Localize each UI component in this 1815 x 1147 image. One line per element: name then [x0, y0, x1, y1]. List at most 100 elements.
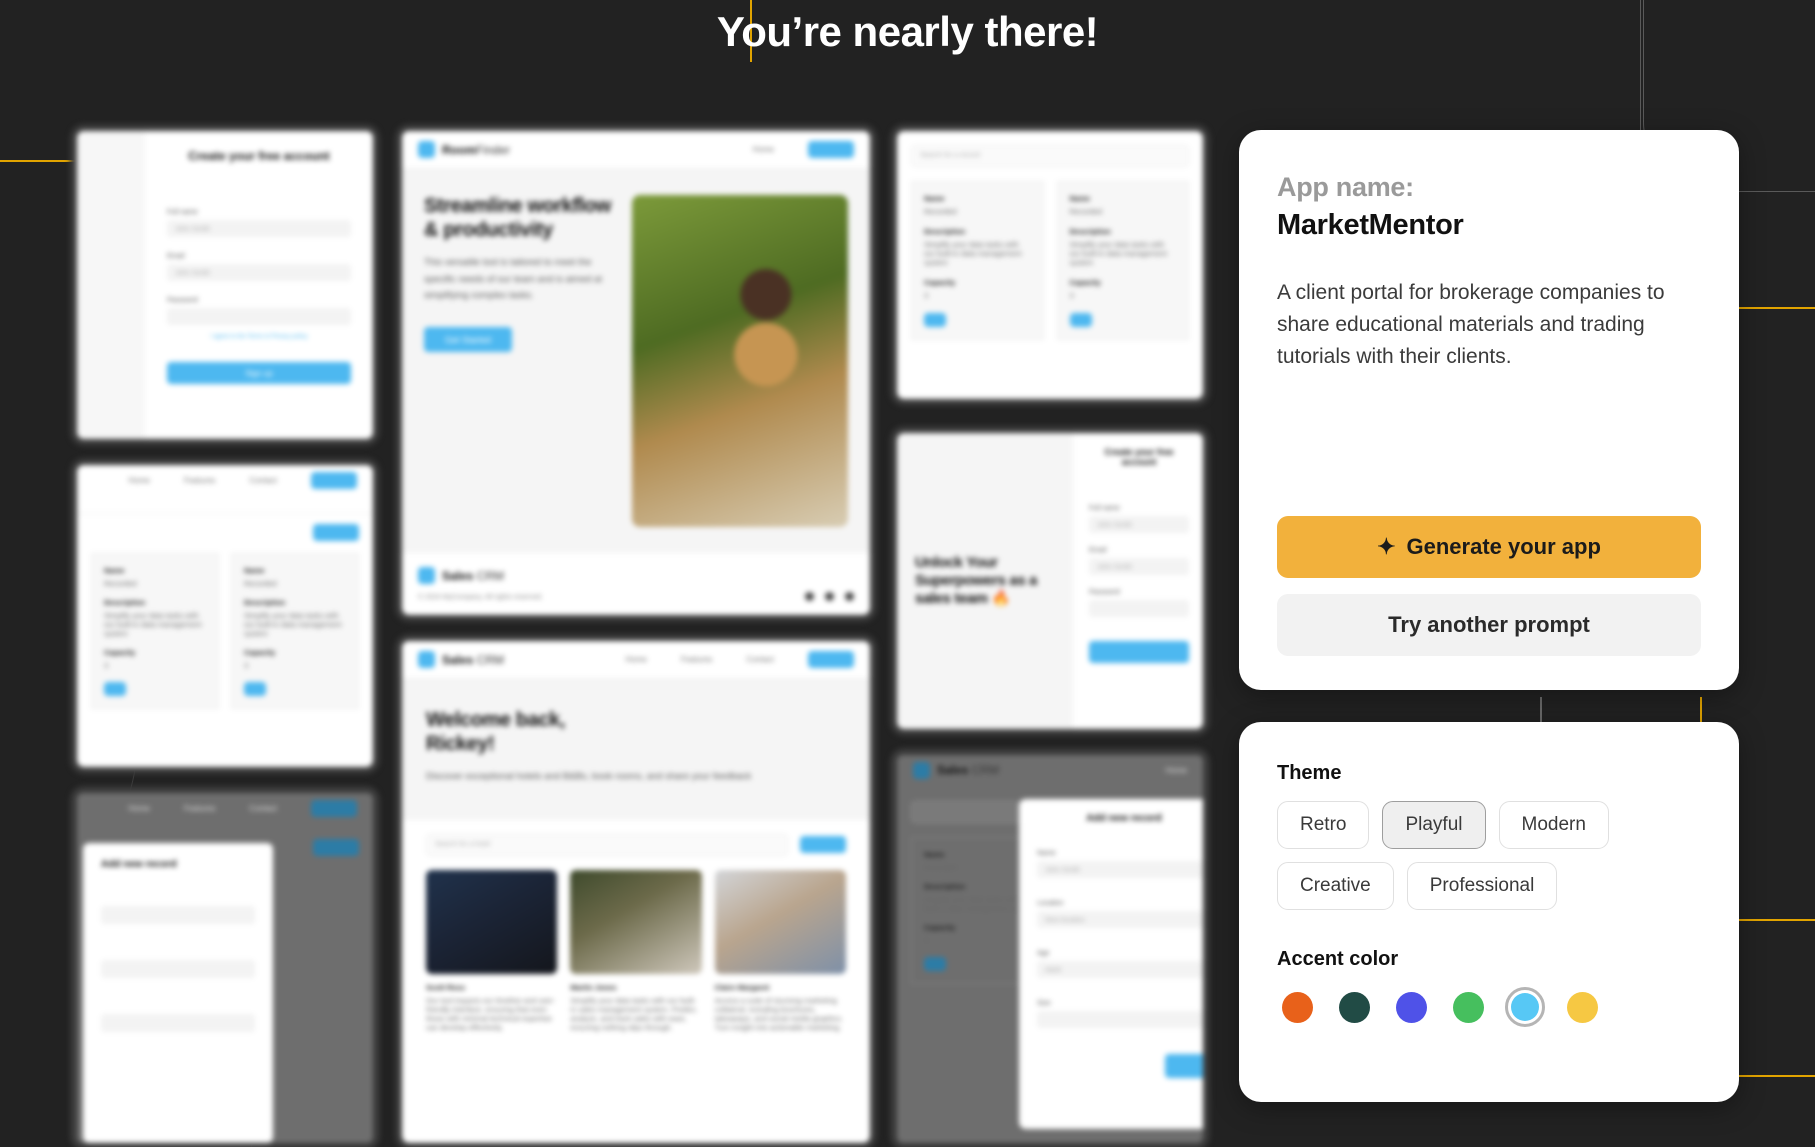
record-cap-label: Capacity	[104, 648, 136, 657]
theme-chip-creative[interactable]: Creative	[1277, 862, 1394, 910]
social-icon[interactable]	[805, 592, 814, 601]
accent-swatch-indigo[interactable]	[1391, 987, 1431, 1027]
mockup-signup: Create your free account Full name John …	[70, 124, 380, 446]
dashboard-brand-light: CRM	[476, 652, 505, 667]
accent-color-group	[1277, 987, 1701, 1027]
social-icon[interactable]	[845, 592, 854, 601]
dashboard-hero-title-1: Welcome back,	[426, 709, 565, 731]
record-desc-value: Simplify your data tasks with our built-…	[924, 240, 1022, 267]
mockup-dashboard: Sales CRM Home Features Contact Welcome …	[395, 634, 877, 1147]
person-bio: Access a suite of stunning marketing col…	[714, 995, 844, 1032]
person-photo	[714, 869, 846, 974]
social-icon[interactable]	[825, 592, 834, 601]
record-card[interactable]: Name Recorded Description Simplify your …	[231, 553, 359, 709]
theme-chip-professional[interactable]: Professional	[1406, 862, 1558, 910]
theme-chip-modern[interactable]: Modern	[1498, 801, 1609, 849]
record-action-button[interactable]	[244, 682, 266, 696]
dashboard-nav-2[interactable]: Contact	[746, 655, 774, 664]
add-left-add-button[interactable]	[313, 839, 359, 856]
theme-chip-group: Retro Playful Modern Creative Profession…	[1277, 801, 1701, 910]
signup-title: Create your free account	[188, 149, 330, 163]
signup-field-label-1: Email	[167, 253, 185, 260]
superpowers-submit-button[interactable]	[1089, 641, 1189, 663]
record-name-label: Name	[924, 194, 945, 203]
landing-get-started-button[interactable]: Get Started	[424, 327, 512, 353]
record-cap-value: 3	[104, 661, 109, 670]
add-left-modal-title: Add new record	[101, 859, 177, 870]
dashboard-hero-title-2: Rickey!	[426, 732, 495, 755]
try-another-prompt-button[interactable]: Try another prompt	[1277, 594, 1701, 656]
record-desc-label: Description	[244, 598, 286, 607]
landing-footer-brand-bold: Sales	[442, 568, 474, 583]
accent-swatch-orange[interactable]	[1277, 987, 1317, 1027]
record-action-button[interactable]	[1069, 313, 1092, 327]
signup-submit-button[interactable]: Sign up	[167, 362, 351, 384]
landing-footer-brand-light: CRM	[476, 568, 505, 583]
record-name-value: Recorded	[244, 579, 277, 588]
records-left-signup-button[interactable]	[311, 471, 357, 489]
record-action-button[interactable]	[104, 682, 126, 696]
add-record-field-value-1: New location	[1045, 917, 1086, 924]
add-left-nav-1[interactable]: Features	[184, 804, 216, 813]
dashboard-brand-bold: Sales	[442, 652, 474, 667]
records-left-nav-1[interactable]: Features	[184, 476, 216, 485]
mockup-superpowers: Unlock Your Superpowers as a sales team …	[890, 426, 1210, 736]
record-card[interactable]: Name Recorded Description Simplify your …	[911, 181, 1044, 340]
accent-swatch-dot	[1566, 991, 1598, 1023]
person-card[interactable]: Martin Jones Simplify your data tasks wi…	[570, 869, 702, 1032]
panel-button-stack: ✦ Generate your app Try another prompt	[1277, 516, 1701, 656]
accent-swatch-dot	[1511, 993, 1539, 1021]
record-cap-label: Capacity	[244, 648, 276, 657]
dashboard-nav-0[interactable]: Home	[626, 655, 647, 664]
accent-swatch-dark-teal[interactable]	[1334, 987, 1374, 1027]
person-bio: Our tool impacts our timeline and user-f…	[426, 995, 556, 1032]
accent-swatch-sky-blue[interactable]	[1505, 987, 1545, 1027]
add-left-nav-2[interactable]: Contact	[249, 804, 277, 813]
app-description: A client portal for brokerage companies …	[1277, 281, 1665, 368]
accent-swatch-green[interactable]	[1448, 987, 1488, 1027]
records-left-nav-2[interactable]: Contact	[249, 476, 277, 485]
app-name-value: MarketMentor	[1277, 209, 1464, 241]
record-card[interactable]: Name Recorded Description Simplify your …	[1056, 181, 1189, 340]
signup-field-value-1: John Smith	[175, 270, 211, 277]
add-record-field-value-2: Adult	[1045, 967, 1061, 974]
add-record-save-button[interactable]	[1165, 1054, 1203, 1078]
record-action-button[interactable]	[924, 313, 946, 327]
dashboard-signup-button[interactable]	[808, 651, 854, 668]
add-left-signup-button[interactable]	[311, 799, 357, 817]
dashboard-nav-1[interactable]: Features	[681, 655, 713, 664]
theme-chip-playful[interactable]: Playful	[1382, 801, 1486, 849]
person-card[interactable]: Claire Margaret Access a suite of stunni…	[714, 869, 846, 1032]
add-record-nav-0[interactable]: Home	[1166, 766, 1187, 775]
person-card[interactable]: Scott Ross Our tool impacts our timeline…	[426, 869, 558, 1032]
records-left-nav-0[interactable]: Home	[129, 476, 150, 485]
mockup-add-record-left: Home Features Contact Add new record	[70, 786, 380, 1147]
sparkle-icon: ✦	[1377, 534, 1396, 559]
generate-app-button[interactable]: ✦ Generate your app	[1277, 516, 1701, 578]
record-card[interactable]: Name Recorded Description Simplify your …	[91, 553, 219, 709]
landing-nav-0[interactable]: Home	[753, 145, 774, 154]
mockup-add-record: Sales CRM Home Name Recorded Description…	[890, 748, 1210, 1147]
record-cap-value: 3	[924, 291, 929, 300]
signup-field-label-0: Full name	[167, 209, 198, 216]
add-record-field-label-0: Name	[1037, 850, 1056, 857]
accent-swatch-yellow[interactable]	[1562, 987, 1602, 1027]
dashboard-search-placeholder[interactable]: Search for a hotel	[427, 835, 787, 854]
record-name-value: Recorded	[924, 207, 957, 216]
theme-chip-retro[interactable]: Retro	[1277, 801, 1370, 849]
deco-yellow-line-right-lower	[1739, 1075, 1815, 1077]
record-action-button[interactable]	[924, 957, 946, 971]
dashboard-add-button[interactable]	[800, 836, 846, 854]
add-record-field-label-1: Location	[1037, 900, 1064, 907]
record-desc-value: Simplify your data tasks with our built-…	[104, 611, 202, 638]
add-record-field-value-0: John Smith	[1045, 867, 1081, 874]
accent-color-section-title: Accent color	[1277, 948, 1399, 970]
records-top-search[interactable]: Search for a record	[911, 145, 1189, 167]
accent-swatch-dot	[1395, 991, 1427, 1023]
records-left-add-button[interactable]	[313, 524, 359, 541]
add-left-nav-0[interactable]: Home	[129, 804, 150, 813]
superpowers-field-value-1: John Smith	[1097, 564, 1133, 571]
landing-hero-body: This versatile tool is tailored to meet …	[424, 257, 602, 302]
person-photo	[426, 869, 558, 974]
landing-signup-button[interactable]	[808, 141, 854, 158]
